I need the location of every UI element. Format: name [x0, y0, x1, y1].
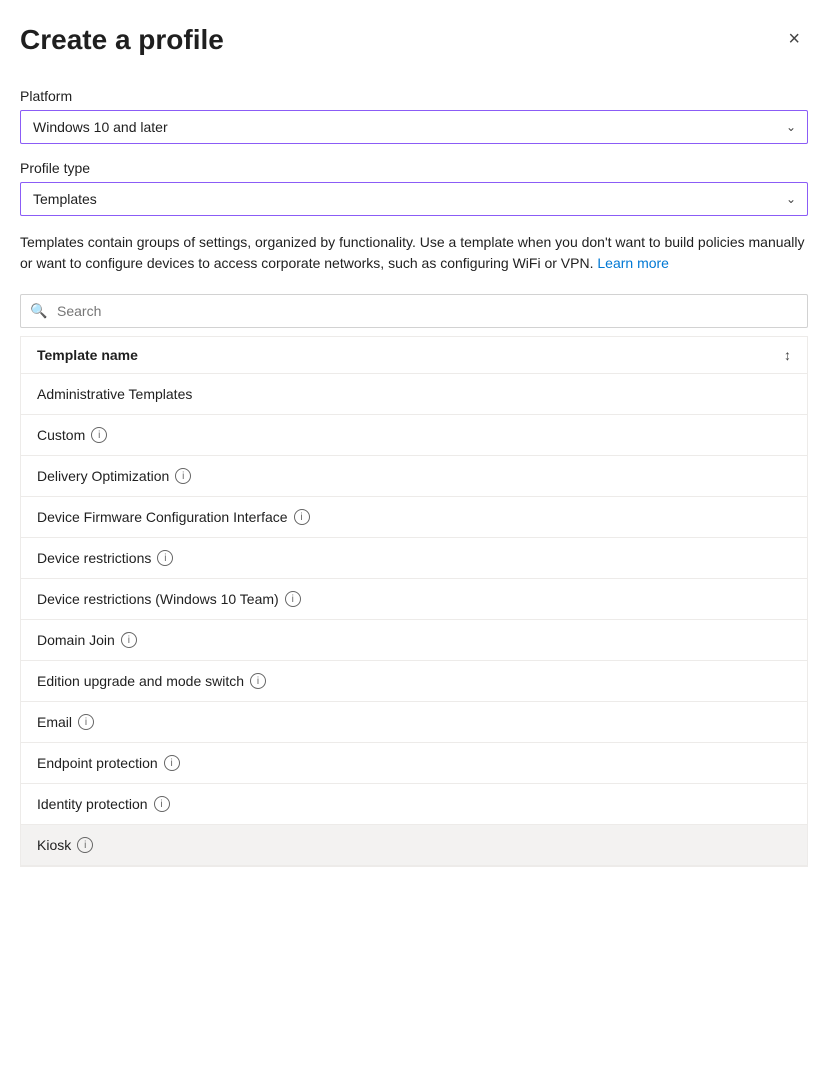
table-row[interactable]: Identity protection i	[21, 784, 807, 825]
row-name: Custom	[37, 427, 85, 443]
row-name: Administrative Templates	[37, 386, 192, 402]
info-icon[interactable]: i	[164, 755, 180, 771]
row-name: Kiosk	[37, 837, 71, 853]
description-text: Templates contain groups of settings, or…	[20, 232, 808, 274]
platform-label: Platform	[20, 88, 808, 104]
sort-icon[interactable]: ↕	[784, 347, 791, 363]
platform-select[interactable]: Windows 10 and later	[20, 110, 808, 144]
panel-title: Create a profile	[20, 24, 224, 56]
info-icon[interactable]: i	[77, 837, 93, 853]
create-profile-panel: Create a profile × Platform Windows 10 a…	[0, 0, 828, 1066]
table-row[interactable]: Device restrictions i	[21, 538, 807, 579]
row-name: Endpoint protection	[37, 755, 158, 771]
info-icon[interactable]: i	[250, 673, 266, 689]
info-icon[interactable]: i	[294, 509, 310, 525]
row-name: Edition upgrade and mode switch	[37, 673, 244, 689]
info-icon[interactable]: i	[91, 427, 107, 443]
table-row[interactable]: Kiosk i	[21, 825, 807, 866]
profile-type-select[interactable]: Templates	[20, 182, 808, 216]
template-table: Template name ↕ Administrative Templates…	[20, 336, 808, 867]
table-row[interactable]: Email i	[21, 702, 807, 743]
table-row[interactable]: Delivery Optimization i	[21, 456, 807, 497]
row-name: Device Firmware Configuration Interface	[37, 509, 288, 525]
row-name: Email	[37, 714, 72, 730]
panel-header: Create a profile ×	[20, 24, 808, 56]
info-icon[interactable]: i	[78, 714, 94, 730]
info-icon[interactable]: i	[121, 632, 137, 648]
learn-more-link[interactable]: Learn more	[597, 255, 669, 271]
info-icon[interactable]: i	[285, 591, 301, 607]
row-name: Device restrictions	[37, 550, 151, 566]
table-row[interactable]: Administrative Templates	[21, 374, 807, 415]
platform-select-wrapper: Windows 10 and later ⌄	[20, 110, 808, 144]
row-name: Domain Join	[37, 632, 115, 648]
info-icon[interactable]: i	[175, 468, 191, 484]
table-row[interactable]: Device restrictions (Windows 10 Team) i	[21, 579, 807, 620]
template-name-column-header: Template name	[37, 347, 138, 363]
close-button[interactable]: ×	[780, 24, 808, 55]
table-row[interactable]: Domain Join i	[21, 620, 807, 661]
row-name: Identity protection	[37, 796, 148, 812]
table-row[interactable]: Edition upgrade and mode switch i	[21, 661, 807, 702]
search-input[interactable]	[20, 294, 808, 328]
profile-type-select-wrapper: Templates ⌄	[20, 182, 808, 216]
table-header-row: Template name ↕	[21, 337, 807, 374]
table-row[interactable]: Device Firmware Configuration Interface …	[21, 497, 807, 538]
search-wrapper: 🔍	[20, 294, 808, 328]
profile-type-field-group: Profile type Templates ⌄	[20, 160, 808, 216]
row-name: Device restrictions (Windows 10 Team)	[37, 591, 279, 607]
profile-type-label: Profile type	[20, 160, 808, 176]
table-row[interactable]: Endpoint protection i	[21, 743, 807, 784]
table-row[interactable]: Custom i	[21, 415, 807, 456]
platform-field-group: Platform Windows 10 and later ⌄	[20, 88, 808, 144]
row-name: Delivery Optimization	[37, 468, 169, 484]
info-icon[interactable]: i	[157, 550, 173, 566]
info-icon[interactable]: i	[154, 796, 170, 812]
